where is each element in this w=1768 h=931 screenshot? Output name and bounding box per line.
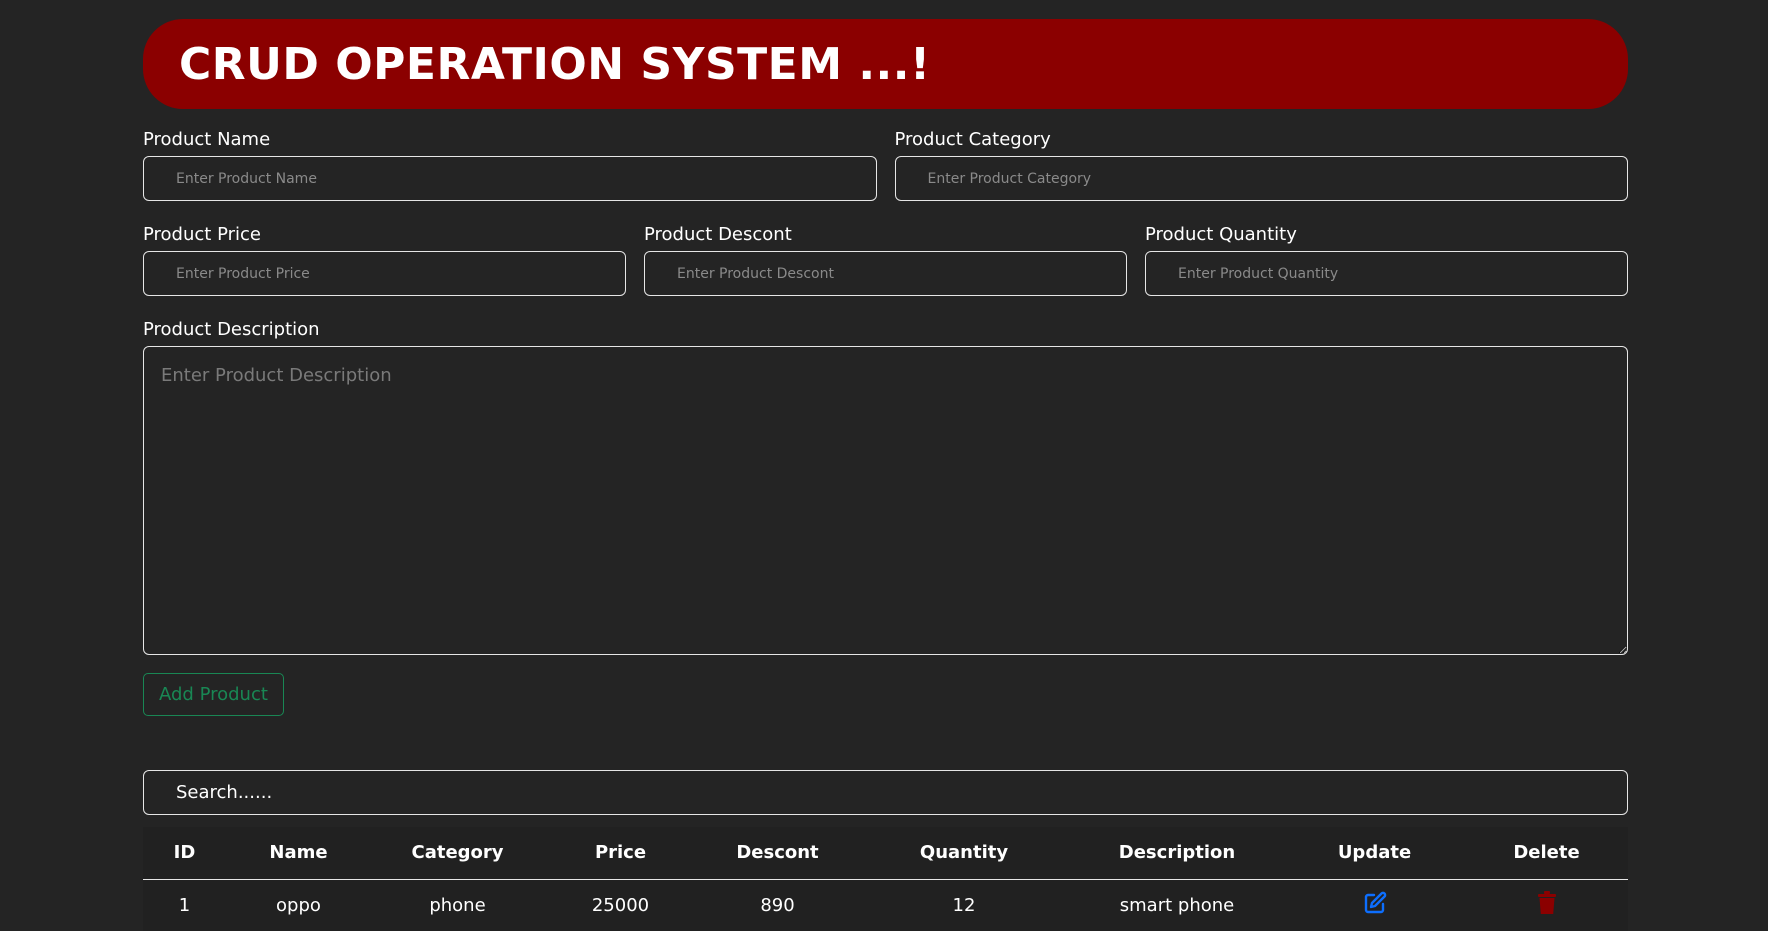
product-descont-input[interactable] <box>644 251 1127 296</box>
cell-name: oppo <box>276 894 321 916</box>
product-price-field: Product Price <box>143 224 626 296</box>
header-banner: CRUD OPERATION SYSTEM ...! <box>143 19 1628 109</box>
product-price-input[interactable] <box>143 251 626 296</box>
add-product-button[interactable]: Add Product <box>143 673 284 716</box>
table-header-row: ID Name Category Price Descont Quantity … <box>143 827 1628 880</box>
form-row-3: Product Description <box>143 319 1628 655</box>
product-descont-label: Product Descont <box>644 224 792 245</box>
product-name-input[interactable] <box>143 156 877 201</box>
column-header-name: Name <box>226 827 371 880</box>
cell-category: phone <box>429 894 486 916</box>
cell-update <box>1284 879 1465 931</box>
product-description-label: Product Description <box>143 319 320 340</box>
products-table: ID Name Category Price Descont Quantity … <box>143 827 1628 931</box>
edit-icon[interactable] <box>1363 891 1387 920</box>
cell-id: 1 <box>178 894 191 916</box>
product-category-field: Product Category <box>894 129 1628 201</box>
column-header-delete: Delete <box>1465 827 1628 880</box>
column-header-id: ID <box>143 827 226 880</box>
column-header-price: Price <box>544 827 697 880</box>
form-row-1: Product Name Product Category <box>143 129 1628 201</box>
app-container: CRUD OPERATION SYSTEM ...! Product Name … <box>143 19 1628 931</box>
form-row-2: Product Price Product Descont Product Qu… <box>143 224 1628 296</box>
column-header-quantity: Quantity <box>858 827 1070 880</box>
column-header-category: Category <box>371 827 544 880</box>
product-quantity-label: Product Quantity <box>1145 224 1297 245</box>
cell-descont: 890 <box>760 894 795 916</box>
cell-price: 25000 <box>591 894 650 916</box>
product-quantity-field: Product Quantity <box>1145 224 1628 296</box>
page-title: CRUD OPERATION SYSTEM ...! <box>179 38 931 90</box>
column-header-update: Update <box>1284 827 1465 880</box>
column-header-descont: Descont <box>697 827 858 880</box>
product-description-field: Product Description <box>143 319 1628 655</box>
product-name-label: Product Name <box>143 129 271 150</box>
cell-quantity: 12 <box>952 894 976 916</box>
column-header-description: Description <box>1070 827 1284 880</box>
product-quantity-input[interactable] <box>1145 251 1628 296</box>
product-category-label: Product Category <box>894 129 1051 150</box>
product-price-label: Product Price <box>143 224 261 245</box>
table-row: 1 oppo phone 25000 890 12 smart phone <box>143 879 1628 931</box>
product-name-field: Product Name <box>143 129 877 201</box>
cell-description: smart phone <box>1119 894 1235 916</box>
product-category-input[interactable] <box>894 156 1628 201</box>
search-input[interactable] <box>143 770 1628 815</box>
product-description-textarea[interactable] <box>143 346 1628 655</box>
product-descont-field: Product Descont <box>644 224 1127 296</box>
cell-delete <box>1465 879 1628 931</box>
trash-icon[interactable] <box>1537 890 1557 920</box>
